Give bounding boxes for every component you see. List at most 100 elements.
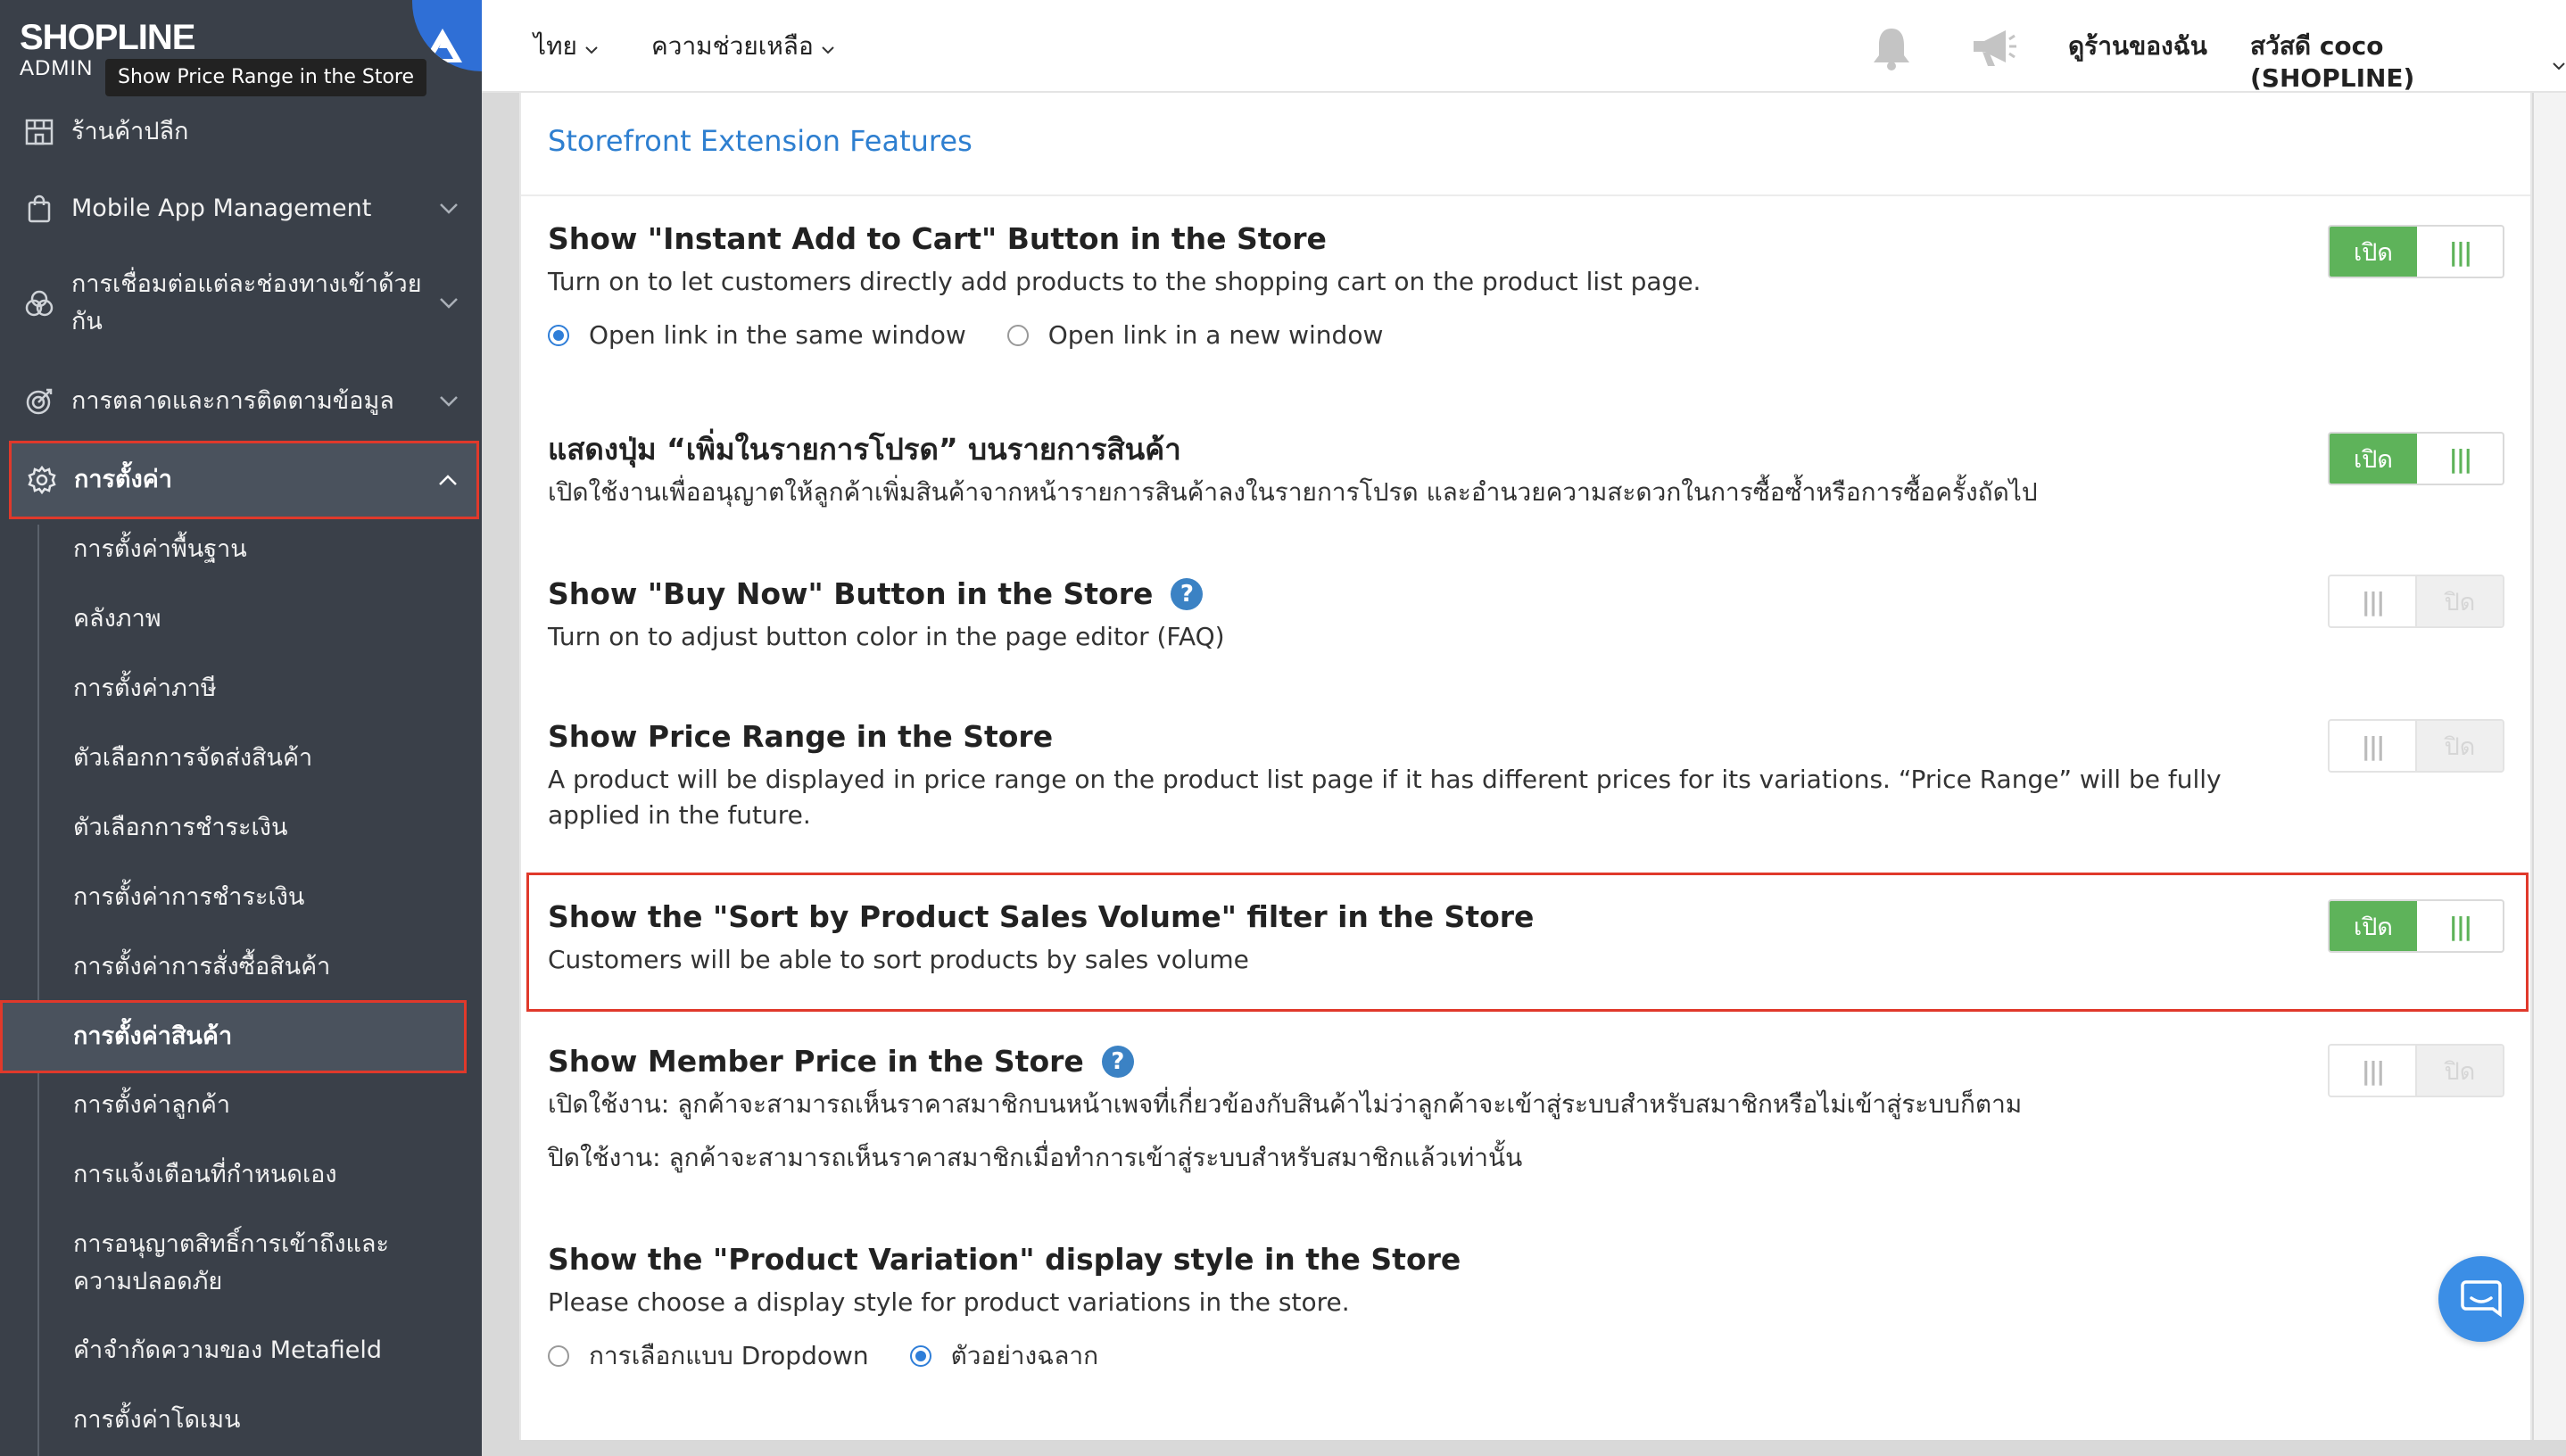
- radio-new-window[interactable]: Open link in a new window: [1006, 318, 1384, 353]
- feature-desc: Turn on to let customers directly add pr…: [548, 267, 1701, 296]
- sidebar: SHOPLINE ADMIN Show Price Range in the S…: [0, 0, 482, 1456]
- chevron-down-icon: [2552, 46, 2566, 79]
- toggle-price-range[interactable]: ||| ปิด: [2328, 719, 2504, 773]
- radio-label: Open link in the same window: [589, 320, 966, 350]
- chat-launcher-button[interactable]: [2438, 1256, 2524, 1342]
- sub-item-customer-settings[interactable]: การตั้งค่าลูกค้า: [73, 1087, 230, 1124]
- toggle-instant-add-to-cart[interactable]: เปิด |||: [2328, 225, 2504, 278]
- help-icon[interactable]: ?: [1101, 1046, 1134, 1078]
- link-target-options: Open link in the same window Open link i…: [548, 318, 2323, 353]
- variation-style-options: การเลือกแบบ Dropdown ตัวอย่างฉลาก: [548, 1338, 2323, 1374]
- toggle-member-price[interactable]: ||| ปิด: [2328, 1044, 2504, 1097]
- sub-item-tax[interactable]: การตั้งค่าภาษี: [73, 670, 217, 707]
- user-menu[interactable]: สวัสดี coco (SHOPLINE): [2250, 30, 2566, 95]
- tooltip: Show Price Range in the Store: [105, 59, 427, 96]
- sub-item-payment-options[interactable]: ตัวเลือกการชำระเงิน: [73, 809, 287, 847]
- feature-sort-by-sales: Show the "Sort by Product Sales Volume" …: [548, 898, 2323, 978]
- bottom-edge: [482, 1440, 2566, 1456]
- radio-same-window[interactable]: Open link in the same window: [548, 318, 966, 353]
- sidebar-item-mobile-app[interactable]: Mobile App Management: [9, 187, 477, 230]
- help-label: ความช่วยเหลือ: [651, 31, 814, 61]
- shopline-mark-icon: [423, 29, 462, 62]
- radio-unselected[interactable]: [1006, 325, 1029, 346]
- toggle-label: ปิด: [2417, 721, 2503, 771]
- toggle-label: เปิด: [2330, 901, 2417, 951]
- toggle-knob: |||: [2330, 1046, 2417, 1096]
- sub-item-domain[interactable]: การตั้งค่าโดเมน: [73, 1402, 240, 1439]
- sidebar-item-settings[interactable]: การตั้งค่า: [9, 441, 479, 519]
- submenu-guide-line: [37, 525, 39, 1456]
- language-label: ไทย: [534, 31, 577, 61]
- sub-item-custom-notifications[interactable]: การแจ้งเตือนที่กำหนดเอง: [73, 1156, 337, 1194]
- sub-item-metafield[interactable]: คำจำกัดความของ Metafield: [73, 1332, 382, 1369]
- sidebar-item-label: การตลาดและการติดตามข้อมูล: [71, 387, 394, 415]
- feature-title: Show "Instant Add to Cart" Button in the…: [548, 221, 1327, 256]
- right-gutter: [2534, 93, 2566, 1440]
- section-title: Storefront Extension Features: [548, 124, 973, 158]
- feature-title: Show Price Range in the Store: [548, 719, 1054, 754]
- feature-title: Show the "Sort by Product Sales Volume" …: [548, 899, 1535, 934]
- radio-selected[interactable]: [909, 1345, 931, 1367]
- chevron-down-icon: [821, 30, 835, 62]
- radio-selected[interactable]: [548, 325, 569, 346]
- settings-panel: Storefront Extension Features Show "Inst…: [519, 93, 2532, 1440]
- top-bar: ไทย ความช่วยเหลือ ดูร้านของฉัน สวัสดี co…: [482, 0, 2566, 93]
- sidebar-item-retail[interactable]: ร้านค้าปลีก: [9, 111, 477, 153]
- chevron-down-icon: [431, 395, 467, 408]
- feature-title-row: Show Member Price in the Store ?: [548, 1042, 2323, 1081]
- toggle-label: ปิด: [2417, 1046, 2503, 1096]
- chevron-up-icon: [430, 474, 466, 486]
- gear-icon: [22, 460, 62, 500]
- toggle-knob: |||: [2448, 443, 2473, 474]
- toggle-sort-by-sales[interactable]: เปิด |||: [2328, 899, 2504, 953]
- feature-title-row: Show "Buy Now" Button in the Store ?: [548, 575, 2323, 614]
- feature-desc: เปิดใช้งาน: ลูกค้าจะสามารถเห็นราคาสมาชิก…: [548, 1089, 2023, 1119]
- sub-item-delivery[interactable]: ตัวเลือกการจัดส่งสินค้า: [73, 740, 312, 777]
- sub-item-payment-settings[interactable]: การตั้งค่าการชำระเงิน: [73, 879, 304, 916]
- radio-label: ตัวอย่างฉลาก: [950, 1341, 1099, 1370]
- sub-item-basic[interactable]: การตั้งค่าพื้นฐาน: [73, 531, 247, 568]
- feature-title: แสดงปุ่ม “เพิ่มในรายการโปรด” บนรายการสิน…: [548, 432, 1181, 467]
- feature-title: Show the "Product Variation" display sty…: [548, 1242, 1461, 1277]
- help-icon[interactable]: ?: [1171, 578, 1204, 610]
- sub-item-media[interactable]: คลังภาพ: [73, 600, 161, 638]
- sub-item-product-settings[interactable]: การตั้งค่าสินค้า: [0, 1000, 467, 1073]
- feature-member-price: Show Member Price in the Store ? เปิดใช้…: [548, 1042, 2323, 1176]
- feature-variation-style: Show the "Product Variation" display sty…: [548, 1240, 2323, 1374]
- toggle-wishlist-button[interactable]: เปิด |||: [2328, 432, 2504, 485]
- feature-price-range: Show Price Range in the Store A product …: [548, 717, 2297, 833]
- chevron-down-icon: [431, 203, 467, 215]
- radio-dropdown-style[interactable]: การเลือกแบบ Dropdown: [548, 1338, 869, 1374]
- toggle-buy-now[interactable]: ||| ปิด: [2328, 575, 2504, 628]
- help-dropdown[interactable]: ความช่วยเหลือ: [651, 30, 835, 62]
- toggle-label: ปิด: [2417, 576, 2503, 626]
- language-dropdown[interactable]: ไทย: [534, 30, 599, 62]
- radio-label: Open link in a new window: [1047, 320, 1384, 350]
- feature-desc: Please choose a display style for produc…: [548, 1287, 1350, 1317]
- radio-unselected[interactable]: [548, 1345, 569, 1367]
- feature-instant-add-to-cart: Show "Instant Add to Cart" Button in the…: [548, 219, 2323, 353]
- target-icon: [20, 382, 59, 421]
- feature-wishlist-button: แสดงปุ่ม “เพิ่มในรายการโปรด” บนรายการสิน…: [548, 430, 2323, 510]
- toggle-knob: |||: [2448, 236, 2473, 267]
- sidebar-item-label: การตั้งค่า: [74, 466, 172, 493]
- chat-icon: [2461, 1280, 2502, 1318]
- view-store-link[interactable]: ดูร้านของฉัน: [2068, 30, 2207, 62]
- sub-item-access-security[interactable]: การอนุญาตสิทธิ์การเข้าถึงและความปลอดภัย: [73, 1226, 448, 1301]
- radio-label-style[interactable]: ตัวอย่างฉลาก: [909, 1338, 1099, 1374]
- feature-desc: เปิดใช้งานเพื่ออนุญาตให้ลูกค้าเพิ่มสินค้…: [548, 477, 2038, 507]
- sidebar-item-marketing[interactable]: การตลาดและการติดตามข้อมูล: [9, 380, 477, 423]
- logo-brand: SHOPLINE: [20, 18, 195, 57]
- megaphone-icon[interactable]: [1970, 27, 2018, 70]
- sidebar-item-label: Mobile App Management: [71, 194, 372, 222]
- toggle-label: เปิด: [2330, 227, 2417, 277]
- sidebar-item-channels[interactable]: การเชื่อมต่อแต่ละช่องทางเข้าด้วยกัน: [9, 264, 477, 343]
- sub-item-order-settings[interactable]: การตั้งค่าการสั่งซื้อสินค้า: [73, 948, 330, 986]
- sidebar-item-label: ร้านค้าปลีก: [71, 118, 189, 145]
- store-icon: [20, 112, 59, 152]
- chevron-down-icon: [431, 297, 467, 310]
- bell-icon[interactable]: [1870, 25, 1913, 71]
- divider: [521, 194, 2530, 196]
- toggle-knob: |||: [2448, 911, 2473, 941]
- toggle-knob: |||: [2330, 721, 2417, 771]
